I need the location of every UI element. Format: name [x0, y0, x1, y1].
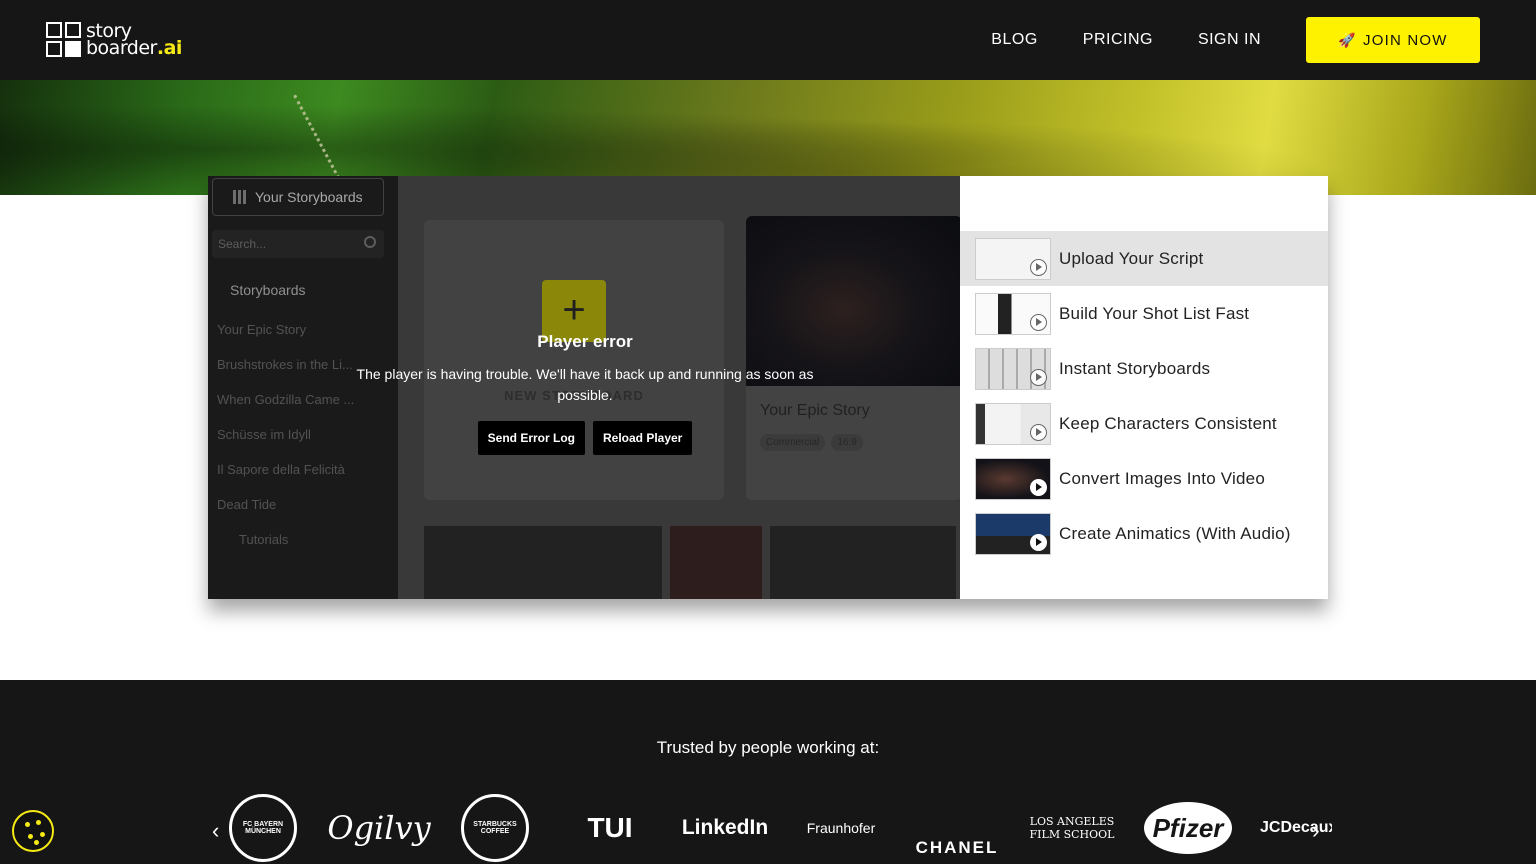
- top-nav: story boarder.ai BLOG PRICING SIGN IN 🚀 …: [0, 0, 1536, 80]
- playlist-item-instant-storyboards[interactable]: Instant Storyboards: [960, 341, 1328, 396]
- la-film-school-logo: LOS ANGELES FILM SCHOOL: [1029, 815, 1115, 841]
- chevron-right-icon[interactable]: ›: [1312, 818, 1319, 844]
- video-thumbnail: [975, 457, 1051, 500]
- video-thumbnail: [975, 292, 1051, 335]
- video-playlist: Upload Your Script Build Your Shot List …: [960, 231, 1328, 561]
- fraunhofer-logo: Fraunhofer: [806, 820, 876, 836]
- playlist-item-shot-list[interactable]: Build Your Shot List Fast: [960, 286, 1328, 341]
- playlist-item-images-to-video[interactable]: Convert Images Into Video: [960, 451, 1328, 506]
- video-player[interactable]: Your Storyboards Search... Storyboards Y…: [208, 176, 960, 599]
- video-thumbnail: [975, 402, 1051, 445]
- chanel-logo: CHANEL: [915, 838, 999, 857]
- send-error-log-button[interactable]: Send Error Log: [477, 421, 585, 455]
- chevron-left-icon[interactable]: ‹: [212, 818, 219, 844]
- play-icon: [1030, 533, 1047, 551]
- fc-bayern-logo: FC BAYERN MÜNCHEN: [228, 792, 298, 864]
- jcdecaux-logo: JCDecaux: [1260, 819, 1332, 836]
- nav-blog-link[interactable]: BLOG: [991, 31, 1037, 49]
- play-icon: [1030, 258, 1047, 276]
- cookie-settings-icon[interactable]: [12, 810, 54, 852]
- join-now-button[interactable]: 🚀 JOIN NOW: [1306, 17, 1480, 63]
- logo-carousel: FC BAYERN MÜNCHEN Ogilvy STARBUCKS COFFE…: [228, 792, 1332, 864]
- trusted-heading: Trusted by people working at:: [656, 738, 880, 757]
- play-icon: [1030, 478, 1047, 496]
- play-icon: [1030, 423, 1047, 441]
- error-message: The player is having trouble. We'll have…: [356, 366, 814, 403]
- ogilvy-logo: Ogilvy: [327, 809, 431, 847]
- video-thumbnail: [975, 512, 1051, 555]
- logo-mark-icon: [46, 22, 82, 58]
- video-thumbnail: [975, 237, 1051, 280]
- playlist-item-upload-script[interactable]: Upload Your Script: [960, 231, 1328, 286]
- storyboarder-logo[interactable]: story boarder.ai: [46, 22, 182, 58]
- starbucks-logo: STARBUCKS COFFEE: [460, 792, 530, 864]
- pfizer-logo: Pfizer: [1142, 792, 1234, 864]
- linkedin-logo: LinkedIn: [681, 816, 769, 839]
- playlist-item-animatics[interactable]: Create Animatics (With Audio): [960, 506, 1328, 561]
- join-now-label: JOIN NOW: [1363, 31, 1448, 49]
- error-title: Player error: [537, 332, 633, 351]
- nav-sign-in-link[interactable]: SIGN IN: [1198, 31, 1261, 49]
- play-icon: [1030, 368, 1047, 386]
- tui-logo: TUI: [587, 812, 633, 843]
- trusted-by-section: Trusted by people working at: FC BAYERN …: [0, 680, 1536, 864]
- playlist-item-characters-consistent[interactable]: Keep Characters Consistent: [960, 396, 1328, 451]
- play-icon: [1030, 313, 1047, 331]
- video-thumbnail: [975, 347, 1051, 390]
- logo-wordmark: story boarder.ai: [86, 20, 182, 59]
- rocket-icon: 🚀: [1338, 31, 1358, 48]
- reload-player-button[interactable]: Reload Player: [592, 421, 693, 455]
- demo-video-widget: Your Storyboards Search... Storyboards Y…: [208, 176, 1328, 599]
- nav-pricing-link[interactable]: PRICING: [1083, 31, 1153, 49]
- player-error-dialog: Player error The player is having troubl…: [338, 332, 832, 455]
